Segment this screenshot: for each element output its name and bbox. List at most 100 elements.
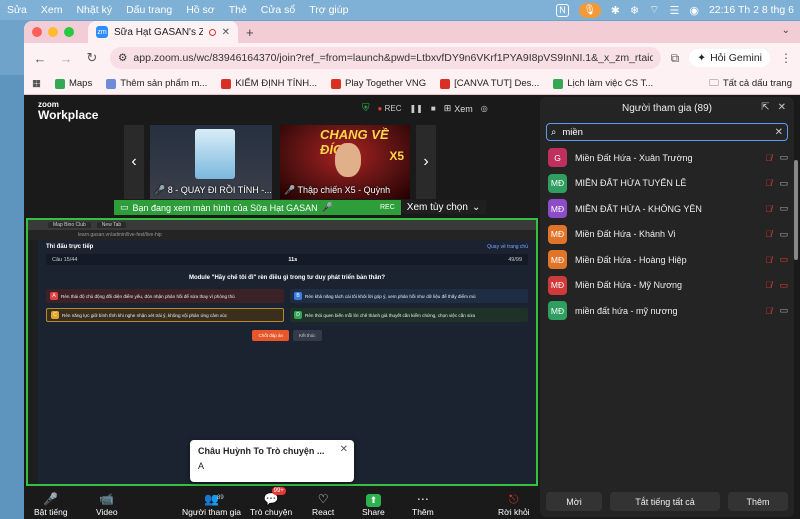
participant-search-input[interactable]: ⌕ miền ✕ [546, 123, 788, 141]
back-button[interactable]: ← [32, 51, 48, 66]
meeting-top-controls: ⛨ ● REC ❚❚ ■ ⊞ Xem ◎ [362, 103, 488, 114]
participants-button[interactable]: 👥 89 Người tham gia [182, 491, 241, 517]
participants-panel: Người tham gia (89) ⇱ ✕ ⌕ miền ✕ G Miền … [540, 97, 794, 517]
participant-name: Miền Đất Hứa - Khánh Vi [575, 229, 676, 240]
menu-tab[interactable]: Thẻ [222, 4, 254, 16]
extensions-icon[interactable]: ⧉ [671, 51, 680, 66]
shared-back-link: Quay về trang chủ [487, 244, 528, 250]
control-center-icon[interactable]: ☰ [669, 4, 679, 17]
mute-all-button[interactable]: Tắt tiếng tất cả [610, 492, 720, 511]
menu-help[interactable]: Trợ giúp [302, 4, 355, 16]
forward-button[interactable]: → [58, 51, 74, 66]
all-bookmarks-button[interactable]: 🗀 Tất cả dấu trang [709, 76, 792, 92]
participant-row[interactable]: MĐ Miền Đất Hứa - Hoàng Hiệp 🎙̸ ▭ [540, 247, 794, 273]
more-dots-icon: ⋯ [416, 492, 429, 506]
new-tab-button[interactable]: + [246, 25, 254, 40]
notion-icon[interactable]: N [556, 3, 569, 17]
snowflake-icon[interactable]: ❄ [630, 4, 639, 17]
screen-share-icon: ▭ [120, 202, 129, 212]
stop-recording-icon[interactable]: ■ [431, 104, 436, 113]
shared-url: learn.gasan.vn/admin/live-fest/live-hip [28, 230, 536, 240]
heart-react-icon: ♡ [317, 492, 329, 506]
bookmark-maps[interactable]: Maps [54, 78, 93, 89]
ask-gemini-button[interactable]: ✦ Hỏi Gemini [689, 49, 770, 67]
bookmark-add-product[interactable]: Thêm sản phẩm m... [106, 78, 207, 89]
participant-row[interactable]: G Miền Đất Hứa - Xuân Trường 🎙̸ ▭ [540, 145, 794, 171]
menu-edit[interactable]: Sửa [0, 4, 34, 16]
browser-menu-icon[interactable]: ⋮ [780, 51, 792, 65]
participant-row[interactable]: MĐ Miền Đất Hứa - Khánh Vi 🎙̸ ▭ [540, 222, 794, 248]
wifi-icon[interactable]: ⌔ [649, 3, 659, 17]
bookmark-kiem-dinh[interactable]: KIỂM ĐỊNH TÍNH... [221, 78, 317, 89]
menubar-clock[interactable]: 22:16 Th 2 8 thg 6 [709, 4, 794, 16]
pause-recording-icon[interactable]: ❚❚ [409, 104, 422, 113]
leave-button[interactable]: ⎋ Rời khỏi [498, 491, 530, 517]
chat-button[interactable]: 💬 99+ Trò chuyện [250, 487, 292, 517]
maximize-window-button[interactable] [64, 27, 74, 37]
participant-row[interactable]: MĐ MIỀN ĐẤT HỨA TUYẾN LÊ 🎙̸ ▭ [540, 171, 794, 197]
menu-bookmarks[interactable]: Dấu trang [119, 4, 179, 16]
option-text: Rèn khả năng tách cái tôi khỏi lời góp ý… [305, 293, 476, 299]
participant-row[interactable]: MĐ miền đất hứa - mỹ nương 🎙̸ ▭ [540, 298, 794, 324]
recording-status[interactable]: ● REC [378, 104, 402, 113]
quiz-actions: Chốt đáp án Kết thúc [38, 330, 536, 341]
panel-more-button[interactable]: Thêm [728, 492, 788, 511]
browser-window: zm Sữa Hạt GASAN's Zoom M ✕ + ⌄ ← → ↻ ⚙ … [24, 21, 800, 519]
address-bar[interactable]: ⚙ app.zoom.us/wc/83946164370/join?ref_=f… [110, 47, 661, 69]
search-value[interactable]: miền [562, 127, 583, 138]
option-text: Rèn thái độ chủ động đối diện điểm yếu, … [61, 293, 235, 299]
unmute-button[interactable]: 🎤 Bật tiếng [34, 491, 68, 517]
microphone-in-use-icon[interactable]: 🎙 [578, 2, 601, 18]
tab-search-chevron-icon[interactable]: ⌄ [782, 25, 790, 36]
participant-row[interactable]: MĐ Miền Đất Hứa - Mỹ Nương 🎙̸ ▭ [540, 273, 794, 299]
tab-zoom-meeting[interactable]: zm Sữa Hạt GASAN's Zoom M ✕ [88, 21, 238, 43]
video-tile[interactable]: 🎤 8 - QUAY ĐI RỒI TÍNH -... [150, 125, 272, 199]
invite-button[interactable]: Mời [546, 492, 602, 511]
bookmark-canva-tut[interactable]: [CANVA TUT] Des... [440, 78, 539, 89]
view-options-button[interactable]: Xem tùy chọn ⌄ [400, 200, 487, 214]
view-button[interactable]: ⊞ Xem [444, 103, 473, 114]
reload-button[interactable]: ↻ [84, 50, 100, 66]
next-video-arrow-icon[interactable]: › [416, 125, 436, 199]
control-label: Rời khỏi [498, 507, 530, 517]
bookmark-schedule[interactable]: Lịch làm việc CS T... [553, 78, 653, 89]
window-scrollbar[interactable] [794, 160, 798, 260]
share-button[interactable]: ⬆ Share [362, 492, 385, 517]
clear-search-icon[interactable]: ✕ [775, 127, 783, 138]
url-text[interactable]: app.zoom.us/wc/83946164370/join?ref_=fro… [133, 52, 652, 64]
menu-view[interactable]: Xem [34, 4, 70, 16]
video-tile[interactable]: CHANG VỀ ĐÍCH X5 🎤 Thập chiến X5 - Quỳnh [280, 125, 410, 199]
participant-row[interactable]: MĐ MIỀN ĐẤT HỨA - KHÔNG YÊN 🎙̸ ▭ [540, 196, 794, 222]
react-button[interactable]: ♡ React [312, 491, 334, 517]
bluetooth-icon[interactable]: ✱ [611, 4, 620, 17]
close-tab-icon[interactable]: ✕ [222, 27, 230, 38]
chat-notification-popup[interactable]: Châu Huỳnh To Trò chuyện ... A ✕ [190, 440, 354, 482]
siri-icon[interactable]: ◉ [689, 4, 699, 17]
tab-title: Sữa Hạt GASAN's Zoom M [114, 26, 203, 38]
participant-count: 89 [217, 495, 224, 501]
pop-out-icon[interactable]: ⇱ [761, 102, 769, 113]
video-button[interactable]: 📹 Video [96, 491, 118, 517]
zoom-favicon-icon: zm [96, 26, 108, 38]
tile-name-label: 🎤 8 - QUAY ĐI RỒI TÍNH -... [154, 185, 272, 195]
participants-panel-header: Người tham gia (89) ⇱ ✕ [540, 97, 794, 119]
menu-profiles[interactable]: Hồ sơ [179, 4, 221, 16]
more-button[interactable]: ⋯ Thêm [412, 491, 434, 517]
security-shield-icon[interactable]: ⛨ [362, 103, 370, 114]
bookmark-label: Maps [68, 78, 93, 89]
participant-name: MIỀN ĐẤT HỨA - KHÔNG YÊN [575, 203, 702, 214]
participant-name: Miền Đất Hứa - Xuân Trường [575, 152, 693, 163]
apps-grid-icon[interactable]: ▦ [32, 78, 41, 89]
participant-name: Miền Đất Hứa - Mỹ Nương [575, 280, 682, 291]
menu-history[interactable]: Nhật ký [69, 4, 119, 16]
close-icon[interactable]: ✕ [340, 444, 348, 455]
minimize-meeting-icon[interactable]: ◎ [481, 104, 488, 113]
minimize-window-button[interactable] [48, 27, 58, 37]
close-window-button[interactable] [32, 27, 42, 37]
site-info-icon[interactable]: ⚙ [118, 52, 127, 64]
previous-video-arrow-icon[interactable]: ‹ [124, 125, 144, 199]
close-icon[interactable]: ✕ [778, 102, 786, 113]
bookmark-play-together[interactable]: Play Together VNG [330, 78, 426, 89]
menu-window[interactable]: Cửa sổ [254, 4, 302, 16]
avatar: MĐ [548, 173, 567, 193]
